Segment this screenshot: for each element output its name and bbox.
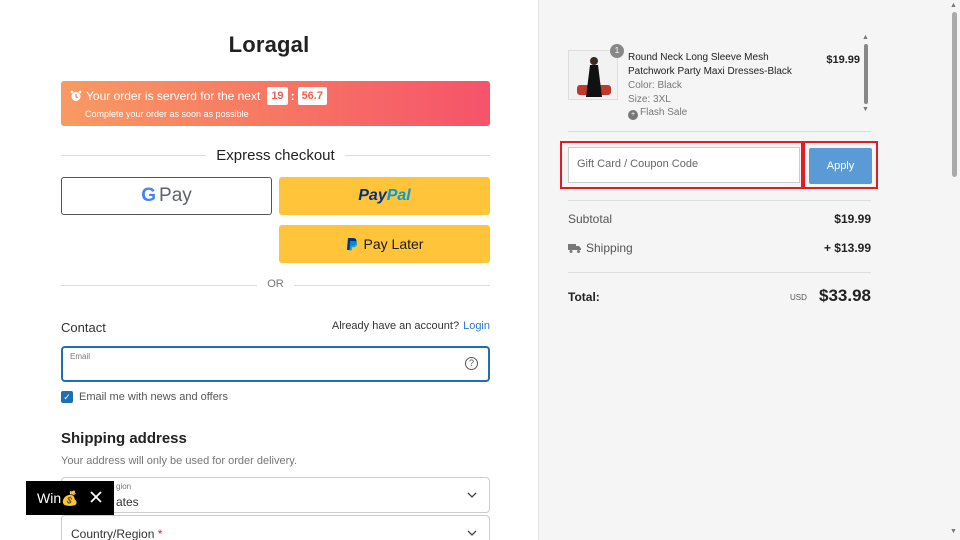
flash-icon: +	[628, 110, 638, 120]
newsletter-label: Email me with news and offers	[79, 391, 228, 403]
scrollbar-thumb[interactable]	[864, 44, 868, 104]
subtotal-row: Subtotal $19.99	[568, 212, 871, 230]
subtotal-amount: $19.99	[834, 212, 871, 226]
alarm-clock-icon	[70, 90, 82, 101]
divider	[568, 272, 871, 273]
region-select[interactable]: gion ates	[61, 477, 490, 513]
timer-note: Complete your order as soon as possible	[85, 109, 249, 119]
timer-text: Your order is serverd for the next	[86, 89, 261, 103]
scroll-up-arrow-icon[interactable]: ▲	[862, 34, 869, 41]
shipping-address-heading: Shipping address	[61, 430, 187, 447]
total-label: Total:	[568, 290, 600, 304]
product-thumbnail	[569, 51, 617, 99]
scrollbar-thumb[interactable]	[952, 12, 957, 177]
quantity-badge: 1	[610, 44, 624, 58]
google-g-icon: G	[141, 185, 157, 206]
paypal-icon	[346, 238, 357, 251]
apply-button[interactable]: Apply	[809, 148, 872, 184]
coupon-field[interactable]	[568, 147, 800, 183]
checkbox-checked-icon[interactable]: ✓	[61, 391, 73, 403]
page-scrollbar[interactable]: ▲ ▼	[948, 0, 960, 540]
scroll-down-arrow-icon[interactable]: ▼	[950, 528, 957, 535]
timer-minutes: 19	[267, 87, 288, 105]
divider	[568, 200, 871, 201]
google-pay-button[interactable]: G Pay	[61, 177, 272, 215]
express-checkout-heading: Express checkout	[61, 147, 490, 165]
timer-seconds: 56.7	[297, 87, 327, 105]
product-image	[568, 50, 618, 100]
country-select[interactable]: Country/Region *	[61, 515, 490, 540]
product-color: Color: Black	[628, 80, 682, 91]
product-size: Size: 3XL	[628, 94, 671, 105]
flash-sale-tag: + Flash Sale	[628, 107, 687, 120]
win-popup[interactable]: Win 💰	[26, 481, 114, 515]
region-label: gion	[116, 482, 132, 491]
paypal-button[interactable]: Pay Pal	[279, 177, 490, 215]
divider	[568, 131, 871, 132]
coupon-input[interactable]	[577, 158, 787, 170]
login-prompt: Already have an account? Login	[331, 320, 490, 332]
help-icon[interactable]: ?	[465, 357, 478, 370]
chevron-down-icon	[467, 492, 477, 498]
scroll-down-arrow-icon[interactable]: ▼	[862, 106, 869, 113]
shipping-amount: + $13.99	[823, 241, 871, 255]
contact-heading: Contact	[61, 320, 106, 335]
paypal-pay-later-button[interactable]: Pay Later	[279, 225, 490, 263]
shipping-label: Shipping	[586, 241, 633, 255]
newsletter-option[interactable]: ✓ Email me with news and offers	[61, 391, 228, 403]
money-bag-icon: 💰	[61, 489, 79, 506]
product-name: Round Neck Long Sleeve Mesh Patchwork Pa…	[628, 52, 792, 77]
close-icon[interactable]	[89, 490, 103, 504]
checkout-main-panel: Loragal Your order is serverd for the ne…	[0, 0, 538, 540]
cart-item: 1 Round Neck Long Sleeve Mesh Patchwork …	[568, 44, 863, 120]
country-label: Country/Region	[71, 527, 155, 540]
region-value: ates	[116, 495, 139, 509]
win-label: Win	[37, 490, 62, 506]
or-divider: OR	[61, 278, 490, 292]
product-price: $19.99	[826, 54, 860, 66]
cart-scrollbar[interactable]: ▲ ▼	[862, 34, 870, 118]
scroll-up-arrow-icon[interactable]: ▲	[950, 2, 957, 9]
email-input[interactable]	[70, 363, 450, 377]
truck-icon	[568, 244, 581, 253]
reservation-timer-banner: Your order is serverd for the next 19 : …	[61, 81, 490, 126]
total-amount: $33.98	[819, 286, 871, 305]
chevron-down-icon	[467, 530, 477, 536]
email-field[interactable]: Email ?	[61, 346, 490, 382]
shipping-row: Shipping + $13.99	[568, 241, 871, 259]
subtotal-label: Subtotal	[568, 212, 613, 226]
email-label: Email	[70, 352, 91, 361]
shipping-address-note: Your address will only be used for order…	[61, 455, 298, 467]
login-link[interactable]: Login	[463, 320, 490, 332]
store-logo[interactable]: Loragal	[0, 32, 538, 58]
total-currency: USD	[790, 293, 807, 302]
required-mark: *	[157, 527, 163, 540]
